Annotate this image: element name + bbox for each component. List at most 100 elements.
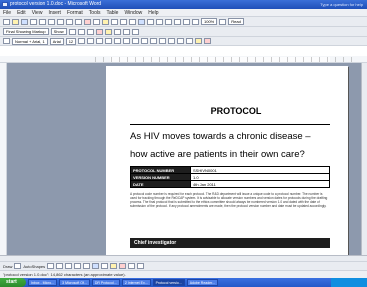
draw-menu[interactable]: Draw xyxy=(3,264,12,269)
standard-toolbar: 100% Read xyxy=(0,17,367,27)
decrease-indent-icon[interactable] xyxy=(168,38,176,44)
line-color-icon[interactable] xyxy=(119,263,127,269)
menu-help[interactable]: Help xyxy=(148,9,158,16)
font-color-draw-icon[interactable] xyxy=(128,263,136,269)
previous-change-icon[interactable] xyxy=(68,28,76,35)
justify-icon[interactable] xyxy=(132,38,140,44)
menu-edit[interactable]: Edit xyxy=(17,9,26,16)
styles-icon[interactable] xyxy=(3,38,10,44)
menu-tools[interactable]: Tools xyxy=(89,9,101,16)
accept-change-icon[interactable] xyxy=(86,28,94,35)
wordart-icon[interactable] xyxy=(92,263,100,269)
bullets-icon[interactable] xyxy=(159,38,167,44)
clipart-icon[interactable] xyxy=(101,263,109,269)
increase-indent-icon[interactable] xyxy=(177,38,185,44)
save-icon[interactable] xyxy=(21,18,28,25)
line-spacing-icon[interactable] xyxy=(141,38,149,44)
select-objects-icon[interactable] xyxy=(14,263,22,269)
help-box[interactable]: Type a question for help xyxy=(320,0,363,9)
underline-icon[interactable] xyxy=(96,38,104,44)
taskbar-item[interactable]: 3 Microsoft Of... xyxy=(59,279,90,286)
italic-icon[interactable] xyxy=(87,38,95,44)
reviewing-pane-icon[interactable] xyxy=(131,28,139,35)
spelling-icon[interactable] xyxy=(66,18,73,25)
paste-icon[interactable] xyxy=(102,18,109,25)
taskbar-item[interactable]: 2 Internet Ex... xyxy=(121,279,151,286)
system-tray[interactable] xyxy=(331,278,367,287)
redo-icon[interactable] xyxy=(129,18,136,25)
insert-comment-icon[interactable] xyxy=(104,28,112,35)
permission-icon[interactable] xyxy=(30,18,37,25)
formatting-toolbar: Normal + Arial, 1 Arial 12 xyxy=(0,37,367,46)
format-painter-icon[interactable] xyxy=(111,18,118,25)
track-changes-icon[interactable] xyxy=(122,28,130,35)
font-color-icon[interactable] xyxy=(204,38,212,44)
show-menu[interactable]: Show xyxy=(50,28,67,35)
research-icon[interactable] xyxy=(75,18,82,25)
table-icon[interactable] xyxy=(147,18,154,25)
taskbar-item-active[interactable]: Protocol versio... xyxy=(152,279,185,286)
meta-label: PROTOCOL NUMBER xyxy=(130,166,191,174)
excel-icon[interactable] xyxy=(156,18,163,25)
window-title: protocol version 1.0.doc - Microsoft Wor… xyxy=(10,1,102,7)
menu-file[interactable]: File xyxy=(3,9,11,16)
line-icon[interactable] xyxy=(47,263,55,269)
start-button[interactable]: start xyxy=(0,278,26,287)
meta-label: VERSION NUMBER xyxy=(130,173,191,181)
menu-window[interactable]: Window xyxy=(124,9,142,16)
document-page[interactable]: PROTOCOL As HIV moves towards a chronic … xyxy=(106,66,348,255)
arrow-icon[interactable] xyxy=(56,263,64,269)
highlight-icon[interactable] xyxy=(113,28,121,35)
show-hide-icon[interactable] xyxy=(192,18,199,25)
document-map-icon[interactable] xyxy=(183,18,190,25)
undo-icon[interactable] xyxy=(120,18,127,25)
font-select[interactable]: Arial xyxy=(49,37,64,45)
bold-icon[interactable] xyxy=(78,38,86,44)
next-change-icon[interactable] xyxy=(77,28,85,35)
taskbar-item[interactable]: Adobe Reader... xyxy=(186,279,218,286)
print-icon[interactable] xyxy=(48,18,55,25)
border-icon[interactable] xyxy=(186,38,194,44)
hyperlink-icon[interactable] xyxy=(138,18,145,25)
oval-icon[interactable] xyxy=(74,263,82,269)
open-icon[interactable] xyxy=(12,18,19,25)
autoshapes-menu[interactable]: AutoShapes xyxy=(23,264,45,269)
fill-color-icon[interactable] xyxy=(110,263,118,269)
table-row: PROTOCOL NUMBER SSHIVN0001 xyxy=(130,166,330,174)
reviewing-toolbar: Final Showing Markup Show xyxy=(0,27,367,37)
align-right-icon[interactable] xyxy=(123,38,131,44)
drawing-icon[interactable] xyxy=(174,18,181,25)
read-button[interactable]: Read xyxy=(228,18,244,25)
vertical-scrollbar[interactable] xyxy=(361,63,367,255)
new-icon[interactable] xyxy=(3,18,10,25)
numbering-icon[interactable] xyxy=(150,38,158,44)
cut-icon[interactable] xyxy=(84,18,91,25)
menu-insert[interactable]: Insert xyxy=(48,9,61,16)
menu-view[interactable]: View xyxy=(32,9,43,16)
shadow-icon[interactable] xyxy=(137,263,145,269)
align-center-icon[interactable] xyxy=(114,38,122,44)
font-size-select[interactable]: 12 xyxy=(65,37,77,45)
taskbar-item[interactable]: Inbox - Micro... xyxy=(28,279,58,286)
horizontal-ruler[interactable] xyxy=(0,56,367,63)
align-left-icon[interactable] xyxy=(105,38,113,44)
copy-icon[interactable] xyxy=(93,18,100,25)
columns-icon[interactable] xyxy=(165,18,172,25)
highlight-color-icon[interactable] xyxy=(195,38,203,44)
menu-bar: File Edit View Insert Format Tools Table… xyxy=(0,9,367,17)
section-heading: Chief investigator xyxy=(130,238,330,248)
zoom-select[interactable]: 100% xyxy=(201,18,218,25)
menu-table[interactable]: Table xyxy=(106,9,118,16)
textbox-icon[interactable] xyxy=(83,263,91,269)
rectangle-icon[interactable] xyxy=(65,263,73,269)
drawing-toolbar: Draw AutoShapes xyxy=(0,261,367,270)
vertical-ruler[interactable] xyxy=(0,63,7,255)
help-icon[interactable] xyxy=(219,18,227,25)
print-preview-icon[interactable] xyxy=(57,18,64,25)
style-select[interactable]: Normal + Arial, 1 xyxy=(12,37,48,45)
email-icon[interactable] xyxy=(39,18,46,25)
reject-change-icon[interactable] xyxy=(95,28,103,35)
menu-format[interactable]: Format xyxy=(67,9,83,16)
taskbar-item[interactable]: DR Protocol... xyxy=(91,279,120,286)
display-for-review-select[interactable]: Final Showing Markup xyxy=(3,28,49,35)
